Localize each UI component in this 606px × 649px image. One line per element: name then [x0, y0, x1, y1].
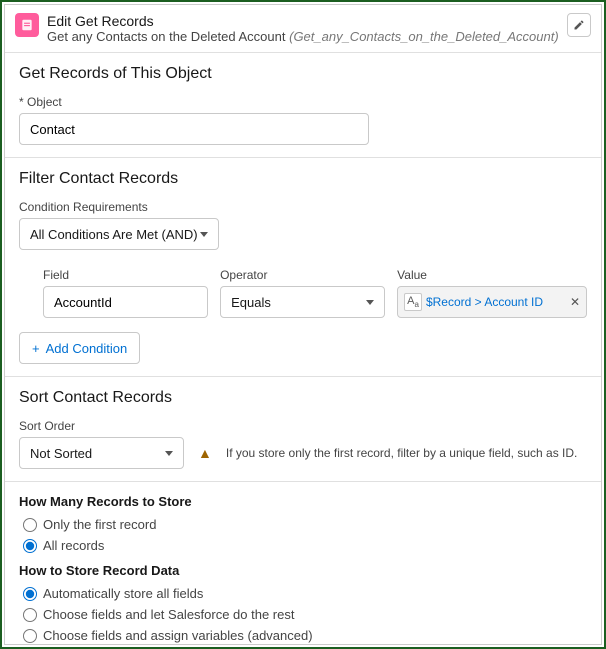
radio-only-first-input[interactable] [23, 518, 37, 532]
how-store-heading: How to Store Record Data [19, 563, 587, 578]
filter-operator-label: Operator [220, 268, 385, 282]
radio-all-records-input[interactable] [23, 539, 37, 553]
filter-value-pill[interactable]: Aa $Record > Account ID ✕ [397, 286, 587, 318]
radio-choose-assign[interactable]: Choose fields and assign variables (adva… [23, 628, 587, 643]
radio-choose-fields-input[interactable] [23, 608, 37, 622]
edit-label-button[interactable] [567, 13, 591, 37]
get-records-icon [15, 13, 39, 37]
section-object: Get Records of This Object Object [5, 53, 601, 157]
section-store: How Many Records to Store Only the first… [5, 481, 601, 645]
how-store-group: Automatically store all fields Choose fi… [19, 586, 587, 643]
warning-icon: ▲ [198, 445, 212, 461]
filter-field-input[interactable] [43, 286, 208, 318]
how-many-group: Only the first record All records [19, 517, 587, 553]
radio-choose-fields[interactable]: Choose fields and let Salesforce do the … [23, 607, 587, 622]
chevron-down-icon [366, 300, 374, 305]
chevron-down-icon [165, 451, 173, 456]
subtitle-plain: Get any Contacts on the Deleted Account [47, 29, 285, 44]
how-many-heading: How Many Records to Store [19, 494, 587, 509]
header-subtitle: Get any Contacts on the Deleted Account … [47, 29, 559, 44]
radio-choose-fields-label: Choose fields and let Salesforce do the … [43, 607, 294, 622]
condition-requirements-value: All Conditions Are Met (AND) [30, 227, 198, 242]
section-object-title: Get Records of This Object [19, 65, 587, 83]
radio-only-first-label: Only the first record [43, 517, 156, 532]
radio-choose-assign-input[interactable] [23, 629, 37, 643]
condition-requirements-label: Condition Requirements [19, 200, 587, 214]
chevron-down-icon [200, 232, 208, 237]
section-sort-title: Sort Contact Records [19, 389, 587, 407]
header-api-name: (Get_any_Contacts_on_the_Deleted_Account… [289, 29, 559, 44]
section-filter: Filter Contact Records Condition Require… [5, 157, 601, 376]
radio-auto-store-label: Automatically store all fields [43, 586, 203, 601]
filter-value-text: $Record > Account ID [426, 295, 566, 309]
sort-row: Not Sorted ▲ If you store only the first… [19, 437, 587, 469]
sort-order-value: Not Sorted [30, 446, 92, 461]
section-filter-title: Filter Contact Records [19, 170, 587, 188]
filter-field-label: Field [43, 268, 208, 282]
add-condition-button[interactable]: + Add Condition [19, 332, 140, 364]
radio-auto-store[interactable]: Automatically store all fields [23, 586, 587, 601]
object-field-label: Object [19, 95, 587, 109]
filter-operator-col: Operator Equals [220, 268, 385, 318]
filter-operator-select[interactable]: Equals [220, 286, 385, 318]
sort-order-label: Sort Order [19, 419, 587, 433]
panel-header: Edit Get Records Get any Contacts on the… [5, 5, 601, 53]
filter-field-col: Field [43, 268, 208, 318]
sort-order-select[interactable]: Not Sorted [19, 437, 184, 469]
section-sort: Sort Contact Records Sort Order Not Sort… [5, 376, 601, 481]
filter-row: Field Operator Equals Value Aa $Record >… [43, 268, 587, 318]
header-title: Edit Get Records [47, 13, 559, 29]
clear-value-icon[interactable]: ✕ [570, 295, 580, 309]
plus-icon: + [32, 341, 40, 356]
radio-auto-store-input[interactable] [23, 587, 37, 601]
edit-get-records-panel: Edit Get Records Get any Contacts on the… [0, 0, 606, 649]
radio-choose-assign-label: Choose fields and assign variables (adva… [43, 628, 313, 643]
filter-value-label: Value [397, 268, 587, 282]
filter-value-col: Value Aa $Record > Account ID ✕ [397, 268, 587, 318]
filter-operator-value: Equals [231, 295, 271, 310]
radio-all-records-label: All records [43, 538, 104, 553]
sort-info-text: If you store only the first record, filt… [226, 446, 578, 460]
radio-only-first[interactable]: Only the first record [23, 517, 587, 532]
object-input[interactable] [19, 113, 369, 145]
text-type-icon: Aa [404, 293, 422, 311]
add-condition-label: Add Condition [46, 341, 128, 356]
radio-all-records[interactable]: All records [23, 538, 587, 553]
condition-requirements-select[interactable]: All Conditions Are Met (AND) [19, 218, 219, 250]
header-text: Edit Get Records Get any Contacts on the… [47, 13, 559, 44]
panel-inner: Edit Get Records Get any Contacts on the… [4, 4, 602, 645]
